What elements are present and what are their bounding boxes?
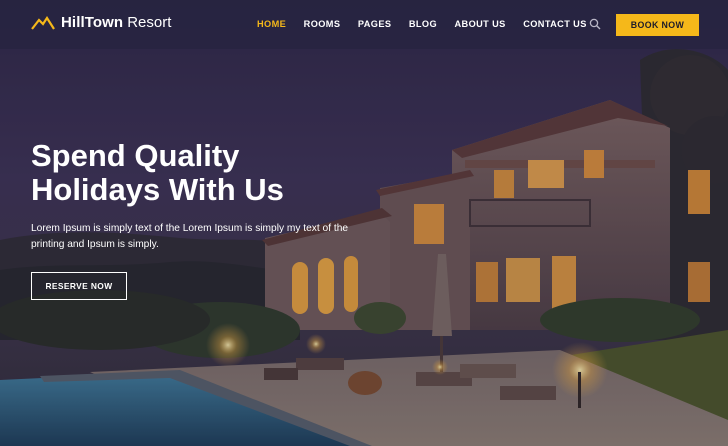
brand-name: HillTown <box>61 14 124 31</box>
search-icon[interactable] <box>589 18 601 30</box>
brand-suffix: Resort <box>127 14 172 31</box>
hero-title-line-2: Holidays With Us <box>31 172 284 207</box>
nav-blog[interactable]: BLOG <box>409 19 437 29</box>
mountain-icon <box>31 15 55 30</box>
nav-about-us[interactable]: ABOUT US <box>455 19 506 29</box>
reserve-now-button[interactable]: RESERVE NOW <box>31 272 127 300</box>
page: HillTown Resort HOME ROOMS PAGES BLOG AB… <box>0 0 728 446</box>
hero-title: Spend Quality Holidays With Us <box>31 139 391 207</box>
hero-description: Lorem Ipsum is simply text of the Lorem … <box>31 223 349 250</box>
hero-title-line-1: Spend Quality <box>31 138 240 173</box>
nav-pages[interactable]: PAGES <box>358 19 391 29</box>
main-nav: HOME ROOMS PAGES BLOG ABOUT US CONTACT U… <box>257 19 604 29</box>
nav-rooms[interactable]: ROOMS <box>304 19 341 29</box>
nav-contact-us[interactable]: CONTACT US <box>523 19 587 29</box>
nav-home[interactable]: HOME <box>257 19 286 29</box>
book-now-button[interactable]: BOOK NOW <box>616 14 699 36</box>
site-logo[interactable]: HillTown Resort <box>31 14 171 31</box>
site-header: HillTown Resort HOME ROOMS PAGES BLOG AB… <box>0 0 728 49</box>
